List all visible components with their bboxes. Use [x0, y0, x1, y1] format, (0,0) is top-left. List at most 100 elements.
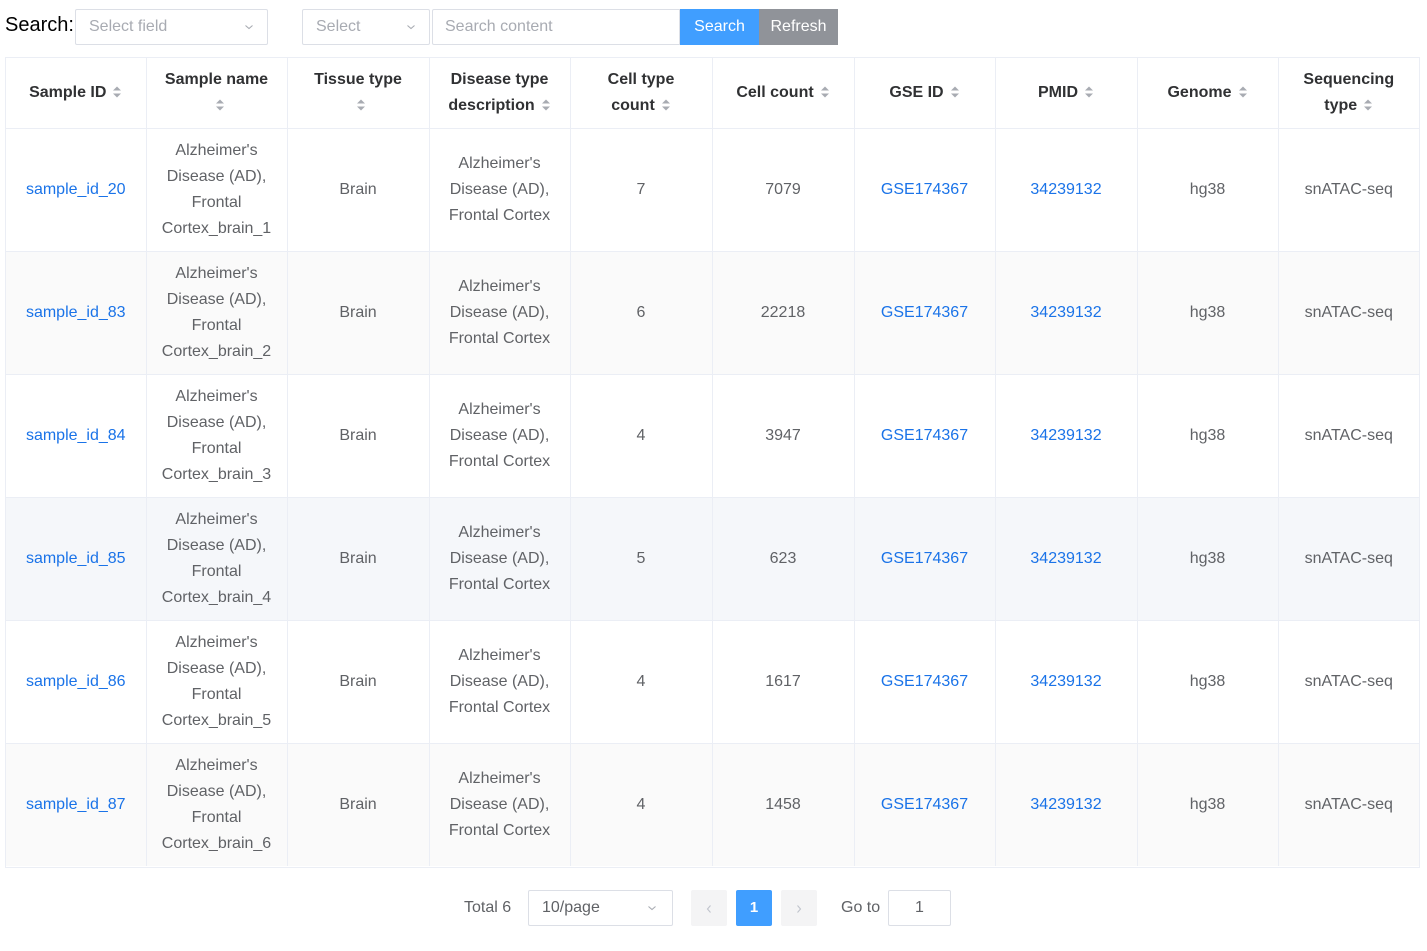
table-row[interactable]: sample_id_83 Alzheimer's Disease (AD), Fron… [6, 251, 1419, 375]
pmid-link[interactable]: 34239132 [1030, 427, 1101, 444]
sort-caret-icon[interactable] [1238, 84, 1248, 100]
cell-pmid: 34239132 [995, 128, 1138, 252]
cell-text-line: Frontal Cortex [448, 329, 551, 347]
cell-genome: hg38 [1137, 620, 1279, 744]
pmid-link[interactable]: 34239132 [1030, 796, 1101, 813]
gse-id-link[interactable]: GSE174367 [881, 304, 968, 321]
pmid-link[interactable]: 34239132 [1030, 181, 1101, 198]
chevron-left-icon [706, 905, 711, 913]
cell-genome: hg38 [1137, 128, 1279, 252]
column-header[interactable]: Tissue type [287, 58, 430, 129]
search-content-input[interactable] [432, 9, 680, 45]
cell-gse-id: GSE174367 [854, 128, 996, 252]
refresh-button[interactable]: Refresh [759, 9, 838, 45]
goto-label: Go to [841, 899, 881, 916]
column-header-label: Sequencing [1303, 70, 1395, 88]
cell-pmid: 34239132 [995, 374, 1138, 498]
cell-text-line: Disease (AD), [166, 536, 267, 554]
cell-text-line: Cortex_brain_6 [161, 834, 272, 852]
sample-id-link[interactable]: sample_id_83 [26, 304, 126, 321]
sample-id-link[interactable]: sample_id_85 [26, 550, 126, 567]
column-header[interactable]: PMID [995, 58, 1138, 129]
column-header[interactable]: Sample name [146, 58, 288, 129]
cell-genome: hg38 [1137, 743, 1279, 866]
cell-sample-name: Alzheimer's Disease (AD), Frontal Cortex_br… [146, 251, 288, 375]
cell-sample-id: sample_id_20 [6, 128, 147, 252]
pmid-link[interactable]: 34239132 [1030, 304, 1101, 321]
sort-caret-icon[interactable] [661, 97, 671, 113]
sort-caret-icon[interactable] [356, 97, 366, 113]
gse-id-link[interactable]: GSE174367 [881, 181, 968, 198]
gse-id-link[interactable]: GSE174367 [881, 673, 968, 690]
cell-text-line: Frontal [191, 685, 242, 703]
cell-text-line: Cortex_brain_2 [161, 342, 272, 360]
chevron-down-icon [245, 25, 253, 30]
next-page-button[interactable] [781, 890, 817, 926]
table-row[interactable]: sample_id_84 Alzheimer's Disease (AD), Fron… [6, 374, 1419, 498]
search-operator-placeholder: Select [316, 18, 361, 35]
gse-id-link[interactable]: GSE174367 [881, 427, 968, 444]
gse-id-link[interactable]: GSE174367 [881, 550, 968, 567]
table-row[interactable]: sample_id_85 Alzheimer's Disease (AD), Fron… [6, 497, 1419, 621]
cell-cell-type-count: 4 [570, 374, 713, 498]
column-header-label: Disease type [450, 70, 549, 88]
column-header-label: Cell count [736, 83, 814, 101]
page-number-button[interactable]: 1 [736, 890, 772, 926]
cell-text-line: Disease (AD), [449, 426, 550, 444]
sample-id-link[interactable]: sample_id_87 [26, 796, 126, 813]
sort-caret-icon[interactable] [950, 84, 960, 100]
column-header[interactable]: Cell count [712, 58, 855, 129]
goto-page-input[interactable] [888, 890, 951, 926]
cell-sample-name: Alzheimer's Disease (AD), Frontal Cortex_br… [146, 620, 288, 744]
sort-caret-icon[interactable] [215, 97, 225, 113]
search-button[interactable]: Search [680, 9, 759, 45]
column-header-label: Genome [1167, 83, 1232, 101]
cell-text-line: Frontal Cortex [448, 698, 551, 716]
table-row[interactable]: sample_id_86 Alzheimer's Disease (AD), Fron… [6, 620, 1419, 744]
sort-caret-icon[interactable] [1363, 97, 1373, 113]
sort-caret-icon[interactable] [1084, 84, 1094, 100]
cell-disease-description: Alzheimer's Disease (AD), Frontal Cortex [429, 620, 571, 744]
search-field-placeholder: Select field [89, 18, 168, 35]
column-header[interactable]: Disease type description [429, 58, 571, 129]
cell-pmid: 34239132 [995, 743, 1138, 866]
cell-sequencing-type: snATAC-seq [1278, 743, 1419, 866]
cell-text-line: Alzheimer's [458, 769, 541, 787]
cell-cell-count: 623 [712, 497, 855, 621]
cell-text-line: Alzheimer's [175, 387, 258, 405]
sample-id-link[interactable]: sample_id_86 [26, 673, 126, 690]
sort-caret-icon[interactable] [112, 84, 122, 100]
prev-page-button[interactable] [691, 890, 727, 926]
search-operator-select[interactable]: Select [302, 9, 430, 45]
column-header[interactable]: GSE ID [854, 58, 996, 129]
cell-text-line: Frontal Cortex [448, 575, 551, 593]
sample-id-link[interactable]: sample_id_84 [26, 427, 126, 444]
cell-cell-count: 22218 [712, 251, 855, 375]
cell-cell-count: 7079 [712, 128, 855, 252]
sort-caret-icon[interactable] [820, 84, 830, 100]
gse-id-link[interactable]: GSE174367 [881, 796, 968, 813]
column-header[interactable]: Sample ID [6, 58, 147, 129]
column-header[interactable]: Sequencing type [1278, 58, 1419, 129]
cell-text-line: Disease (AD), [449, 303, 550, 321]
column-header-label: Sample ID [29, 83, 107, 101]
cell-text-line: Disease (AD), [166, 782, 267, 800]
search-label: Search: [5, 14, 74, 36]
column-header[interactable]: Genome [1137, 58, 1279, 129]
search-field-select[interactable]: Select field [75, 9, 268, 45]
column-header[interactable]: Cell type count [570, 58, 713, 129]
cell-text-line: Cortex_brain_1 [161, 219, 272, 237]
sort-caret-icon[interactable] [541, 97, 551, 113]
cell-tissue-type: Brain [287, 497, 430, 621]
cell-disease-description: Alzheimer's Disease (AD), Frontal Cortex [429, 251, 571, 375]
pmid-link[interactable]: 34239132 [1030, 550, 1101, 567]
pmid-link[interactable]: 34239132 [1030, 673, 1101, 690]
cell-text-line: Frontal [191, 562, 242, 580]
cell-cell-type-count: 5 [570, 497, 713, 621]
page-size-select[interactable]: 10/page [528, 890, 673, 926]
table-row[interactable]: sample_id_87 Alzheimer's Disease (AD), Fron… [6, 743, 1419, 866]
sample-id-link[interactable]: sample_id_20 [26, 181, 126, 198]
table-row[interactable]: sample_id_20 Alzheimer's Disease (AD), Fron… [6, 128, 1419, 252]
cell-genome: hg38 [1137, 497, 1279, 621]
page-size-value: 10/page [542, 899, 600, 916]
